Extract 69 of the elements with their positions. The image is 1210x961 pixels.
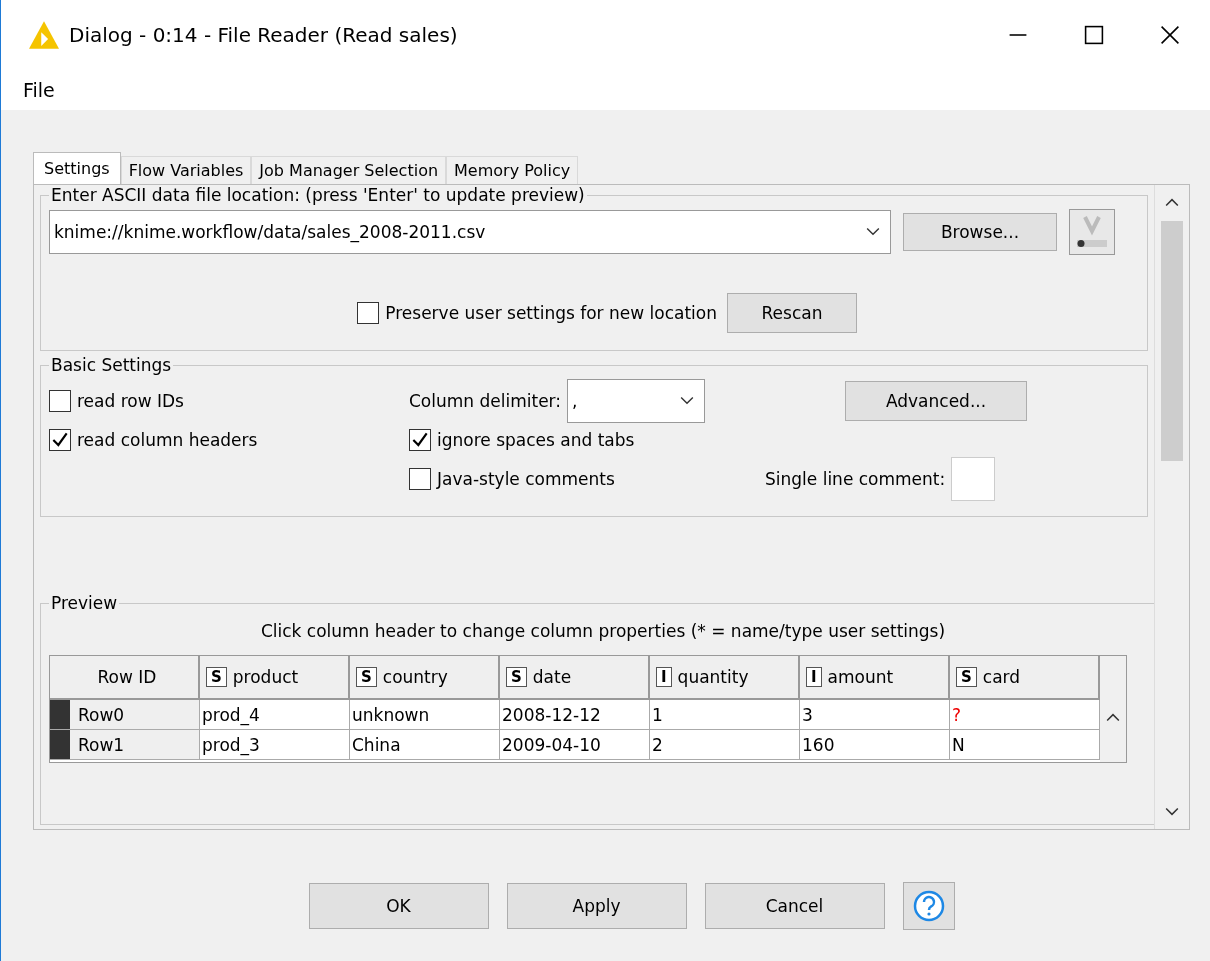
scroll-down-icon[interactable] [1165,807,1179,817]
checkbox[interactable] [49,429,71,451]
scroll-up-icon[interactable] [1165,197,1179,207]
row-marker-icon [50,730,70,759]
table-cell: 160 [800,730,950,760]
dialog-button[interactable]: Apply [506,883,687,929]
checkbox-label: ignore spaces and tabs [437,430,635,450]
warning-triangle-icon [27,20,61,50]
help-icon[interactable] [902,882,955,930]
type-badge: S [356,667,377,687]
column-header[interactable]: S date [500,656,650,700]
column-header[interactable]: I amount [800,656,950,700]
menu-item[interactable]: File [23,79,55,101]
rescan-button[interactable]: Rescan [727,293,857,333]
type-badge: I [806,667,822,687]
type-badge: I [656,667,672,687]
table-cell: prod_3 [200,730,350,760]
column-header[interactable]: Row ID [50,656,200,700]
close-icon[interactable] [1158,23,1182,47]
delimiter-label: Column delimiter: [409,391,562,411]
file-location-dropdown[interactable]: knime://knime.workflow/data/sales_2008-2011.csv [49,210,891,254]
checkbox-label: Java-style comments [437,469,615,489]
chevron-down-icon [866,227,880,237]
scrollbar-thumb[interactable] [1161,221,1183,461]
table-cell: prod_4 [200,700,350,730]
column-header[interactable]: S country [350,656,500,700]
tab[interactable]: Memory Policy [446,156,579,184]
dialog-button[interactable]: OK [308,883,489,929]
tab[interactable]: Flow Variables [120,156,252,184]
browse-button[interactable]: Browse... [903,213,1057,251]
checkbox[interactable] [409,429,431,451]
checkbox-label: Preserve user settings for new location [385,303,717,323]
table-cell: 2008-12-12 [500,700,650,730]
column-header[interactable]: S card [950,656,1100,700]
checkbox-label: read column headers [77,430,258,450]
column-header[interactable]: I quantity [650,656,800,700]
table-cell: unknown [350,700,500,730]
scroll-up-icon[interactable] [1106,712,1120,722]
group-title: Basic Settings [50,355,173,375]
row-marker-icon [50,700,70,729]
window-title: Dialog - 0:14 - File Reader (Read sales) [69,23,459,47]
tab[interactable]: Job Manager Selection [251,156,447,184]
checkbox[interactable] [357,302,380,324]
type-badge: S [206,667,227,687]
table-cell: 3 [800,700,950,730]
checkbox[interactable] [49,390,71,412]
checkbox[interactable] [409,468,431,490]
group-title: Enter ASCII data file location: (press 'Enter' to update preview) [50,185,586,205]
type-badge: S [506,667,527,687]
table-cell: China [350,730,500,760]
table-scrollbar[interactable] [1100,656,1126,762]
group-title: Preview [50,594,119,613]
chevron-down-icon [680,396,695,406]
table-cell: 2 [650,730,800,760]
advanced-button[interactable]: Advanced... [845,381,1027,421]
dialog-button[interactable]: Cancel [704,883,885,929]
row-id-cell: Row0 [78,704,125,725]
table-cell: 2009-04-10 [500,730,650,760]
comment-label: Single line comment: [765,469,946,489]
table-cell: 1 [650,700,800,730]
row-id-cell: Row1 [78,734,125,755]
comment-input-field[interactable] [951,457,996,501]
maximize-icon[interactable] [1082,23,1106,47]
checkbox-label: read row IDs [77,391,184,411]
column-header[interactable]: S product [200,656,350,700]
delimiter-dropdown[interactable]: , [567,379,706,423]
type-badge: S [956,667,977,687]
preview-hint: Click column header to change column properties (* = name/type user settings) [259,621,947,641]
tab[interactable]: Settings [33,152,121,184]
